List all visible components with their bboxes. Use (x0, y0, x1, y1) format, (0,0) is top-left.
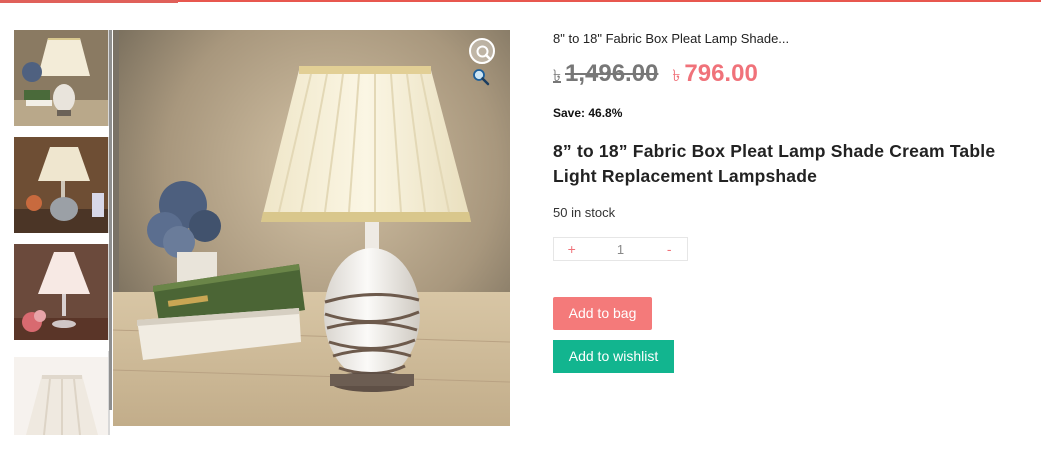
stock-status: 50 in stock (553, 205, 616, 220)
product-title: 8” to 18” Fabric Box Pleat Lamp Shade Cr… (553, 141, 996, 186)
product-short-title: 8" to 18" Fabric Box Pleat Lamp Shade... (553, 31, 790, 46)
thumbnail-strip (14, 30, 110, 446)
price-row: ৳ 1,496.00 ৳ 796.00 (553, 60, 758, 90)
currency-symbol: ৳ (553, 68, 561, 85)
quantity-increment-button[interactable]: + (554, 238, 590, 260)
thumbnail-3[interactable] (14, 244, 110, 340)
old-price: ৳ 1,496.00 (553, 60, 658, 90)
search-icon (476, 45, 492, 61)
search-plus-icon[interactable] (472, 68, 490, 86)
zoom-button[interactable] (469, 38, 495, 64)
quantity-decrement-button[interactable]: - (652, 238, 688, 260)
thumbnail-1[interactable] (14, 30, 110, 126)
quantity-input[interactable] (589, 238, 652, 260)
old-price-value: 1,496.00 (564, 60, 659, 87)
thumbnail-scrollbar[interactable] (109, 30, 112, 410)
top-accent-rule (0, 0, 1041, 3)
add-to-wishlist-button[interactable]: Add to wishlist (553, 340, 674, 373)
save-percentage: Save: 46.8% (553, 106, 623, 120)
new-price-value: 796.00 (684, 60, 758, 87)
thumbnail-2[interactable] (14, 137, 110, 233)
currency-symbol: ৳ (672, 68, 681, 85)
new-price: ৳ 796.00 (672, 60, 757, 90)
thumbnail-4[interactable] (14, 351, 110, 435)
main-product-image[interactable] (113, 30, 510, 426)
quantity-stepper: + - (553, 237, 688, 261)
add-to-bag-button[interactable]: Add to bag (553, 297, 652, 330)
